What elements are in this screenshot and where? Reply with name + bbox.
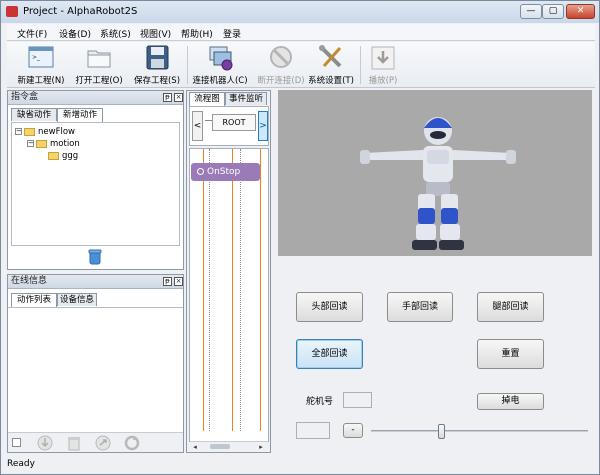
- flow-canvas[interactable]: OnStop: [189, 148, 269, 442]
- wrench-screwdriver-icon: [319, 45, 342, 68]
- panel-header: 指令盒 ᵽ ×: [8, 91, 183, 105]
- tree-item-ggg[interactable]: ggg: [48, 151, 78, 161]
- panel-title: 指令盒: [11, 92, 39, 102]
- prev-flow-button[interactable]: <: [192, 111, 203, 141]
- svg-text:>_: >_: [32, 54, 41, 61]
- folder-icon: [48, 151, 59, 160]
- head-readback-button[interactable]: 头部回读: [296, 292, 363, 322]
- disconnect-icon: [270, 46, 292, 68]
- folder-open-icon: [87, 50, 111, 68]
- guide-line: [203, 149, 204, 431]
- tab-flowchart[interactable]: 流程图: [189, 92, 225, 106]
- flow-chart-panel: 流程图 事件监听 < ROOT > OnStop ◂ ▸: [186, 90, 271, 453]
- power-off-button[interactable]: 掉电: [477, 393, 544, 410]
- tab-device-info[interactable]: 设备信息: [57, 293, 97, 306]
- tab-action-list[interactable]: 动作列表: [11, 293, 57, 307]
- minimize-button[interactable]: —: [520, 4, 542, 19]
- download-icon[interactable]: [37, 435, 53, 451]
- panel-header: 在线信息 ᵽ ×: [8, 275, 183, 289]
- trash-bin-icon[interactable]: [88, 249, 102, 265]
- next-flow-button[interactable]: >: [258, 111, 268, 141]
- close-button[interactable]: ✕: [566, 4, 595, 19]
- status-text: Ready: [7, 459, 35, 469]
- restore-button[interactable]: ▢: [542, 4, 564, 19]
- app-window: Project - AlphaRobot2S — ▢ ✕ 文件(F) 设备(D)…: [0, 0, 600, 475]
- title-bar: Project - AlphaRobot2S — ▢ ✕: [1, 1, 599, 23]
- flow-navigator: < ROOT >: [189, 106, 269, 146]
- menu-help[interactable]: 帮助(H): [181, 27, 213, 40]
- robot-app-icon: [6, 6, 18, 17]
- close-icon[interactable]: ×: [174, 277, 183, 286]
- open-project-button[interactable]: 打开工程(O): [69, 44, 129, 88]
- collapse-icon[interactable]: −: [27, 140, 34, 147]
- slider-thumb[interactable]: [438, 424, 445, 439]
- connect-computer-icon: [209, 46, 233, 71]
- panel-title: 在线信息: [11, 276, 48, 286]
- grid-line: [240, 149, 241, 431]
- toolbar-separator: [187, 46, 188, 84]
- folder-icon: [36, 139, 47, 148]
- refresh-icon[interactable]: [124, 435, 140, 451]
- toolbar: >_ 新建工程(N) 打开工程(O) 保存工程(S) 连接机器人(C) 断开连接…: [7, 42, 595, 88]
- all-readback-button[interactable]: 全部回读: [296, 339, 363, 369]
- collapse-icon[interactable]: −: [15, 128, 22, 135]
- close-icon[interactable]: ×: [174, 93, 183, 102]
- onstop-node[interactable]: OnStop: [191, 163, 260, 181]
- new-project-button[interactable]: >_ 新建工程(N): [11, 44, 71, 88]
- status-bar: Ready: [1, 455, 599, 474]
- connect-robot-button[interactable]: 连接机器人(C): [189, 44, 251, 88]
- download-play-icon: [371, 46, 395, 70]
- select-all-checkbox[interactable]: [12, 438, 21, 447]
- guide-line: [232, 149, 233, 431]
- servo-angle-input[interactable]: [296, 422, 330, 439]
- tab-default-actions[interactable]: 缺省动作: [11, 108, 57, 121]
- scroll-right-icon[interactable]: ▸: [256, 442, 266, 452]
- action-list: [8, 307, 183, 432]
- action-tree: − newFlow − motion ggg: [11, 122, 180, 246]
- grid-line: [209, 149, 210, 431]
- play-button[interactable]: 播放(P): [361, 44, 405, 88]
- window-title: Project - AlphaRobot2S: [23, 6, 138, 17]
- flow-hscrollbar[interactable]: ◂ ▸: [190, 441, 268, 451]
- servo-number-input[interactable]: [343, 392, 372, 408]
- decrement-button[interactable]: -: [343, 423, 363, 438]
- share-icon[interactable]: [95, 435, 111, 451]
- delete-icon[interactable]: [66, 435, 82, 451]
- menu-system[interactable]: 系统(S): [100, 27, 131, 40]
- menu-view[interactable]: 视图(V): [140, 27, 171, 40]
- guide-line: [260, 149, 261, 431]
- tab-event-listener[interactable]: 事件监听: [225, 92, 267, 105]
- scroll-thumb[interactable]: [210, 444, 230, 449]
- system-settings-button[interactable]: 系统设置(T): [303, 44, 359, 88]
- tree-item-newflow[interactable]: − newFlow: [15, 127, 75, 137]
- online-info-panel: 在线信息 ᵽ × 动作列表 设备信息: [7, 274, 184, 453]
- action-list-toolbar: [8, 432, 183, 452]
- menu-device[interactable]: 设备(D): [59, 27, 91, 40]
- pin-icon[interactable]: ᵽ: [163, 277, 172, 286]
- save-project-button[interactable]: 保存工程(S): [127, 44, 187, 88]
- floppy-disk-icon: [146, 45, 169, 70]
- folder-icon: [24, 127, 35, 136]
- command-box-panel: 指令盒 ᵽ × 缺省动作 新增动作 − newFlow − motion ggg: [7, 90, 184, 270]
- root-node[interactable]: ROOT: [212, 114, 256, 131]
- servo-number-label: 舵机号: [306, 397, 334, 407]
- new-project-icon: >_: [28, 46, 54, 68]
- menu-login[interactable]: 登录: [223, 27, 241, 40]
- tree-item-motion[interactable]: − motion: [27, 139, 80, 149]
- pin-icon[interactable]: ᵽ: [163, 93, 172, 102]
- leg-readback-button[interactable]: 腿部回读: [477, 292, 544, 322]
- servo-angle-slider[interactable]: [371, 424, 588, 439]
- connector-line: [205, 120, 212, 121]
- robot-model-image: [360, 117, 516, 250]
- node-circle-icon: [197, 168, 204, 175]
- disconnect-button[interactable]: 断开连接(D): [251, 44, 311, 88]
- tab-new-actions[interactable]: 新增动作: [57, 108, 103, 122]
- menu-bar: 文件(F) 设备(D) 系统(S) 视图(V) 帮助(H) 登录: [7, 24, 595, 41]
- menu-file[interactable]: 文件(F): [17, 27, 47, 40]
- reset-button[interactable]: 重置: [477, 339, 544, 369]
- robot-3d-view[interactable]: [278, 90, 592, 256]
- hand-readback-button[interactable]: 手部回读: [387, 292, 453, 322]
- scroll-left-icon[interactable]: ◂: [190, 442, 200, 452]
